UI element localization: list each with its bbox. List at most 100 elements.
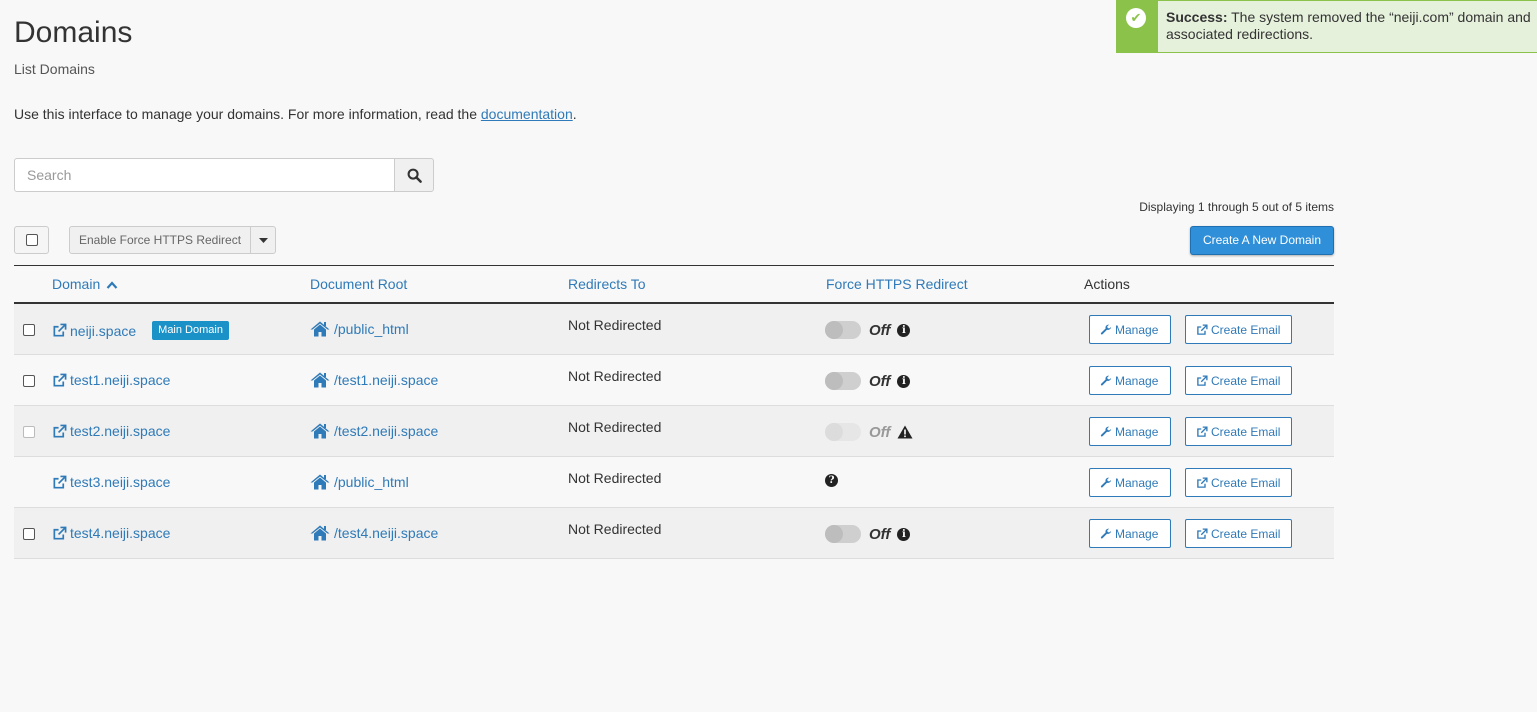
- domain-cell: test3.neiji.space: [52, 474, 170, 490]
- document-root-link[interactable]: /test1.neiji.space: [334, 372, 438, 388]
- document-root-link[interactable]: /test4.neiji.space: [334, 525, 438, 541]
- wrench-icon: [1100, 324, 1111, 334]
- sort-document-root-header[interactable]: Document Root: [310, 276, 407, 292]
- wrench-icon: [1100, 528, 1111, 538]
- create-email-button[interactable]: Create Email: [1185, 366, 1292, 395]
- checkbox-box: [23, 375, 35, 387]
- select-all-checkbox[interactable]: [14, 226, 49, 254]
- table-body: neiji.space Main Domain/public_html Not Re…: [14, 304, 1334, 559]
- force-https-cell: Off i: [825, 372, 911, 390]
- document-root-link[interactable]: /test2.neiji.space: [334, 423, 438, 439]
- actions-cell: Manage Create Email: [1089, 366, 1292, 395]
- create-email-button[interactable]: Create Email: [1185, 468, 1292, 497]
- main-domain-badge: Main Domain: [152, 321, 229, 340]
- table-row: test3.neiji.space/public_html Not Redirec…: [14, 457, 1334, 508]
- search-button[interactable]: [394, 158, 434, 192]
- create-email-label: Create Email: [1211, 424, 1281, 439]
- alert-label: Success:: [1166, 9, 1228, 25]
- external-link-icon: [1197, 425, 1208, 437]
- document-root-cell: /public_html: [310, 321, 409, 337]
- checkbox-box: [23, 426, 35, 438]
- page-title: Domains: [14, 16, 133, 49]
- actions-cell: Manage Create Email: [1089, 417, 1292, 446]
- domain-link[interactable]: test3.neiji.space: [70, 474, 170, 490]
- actions-cell: Manage Create Email: [1089, 468, 1292, 497]
- force-https-toggle[interactable]: [825, 321, 861, 339]
- sort-force-https-header[interactable]: Force HTTPS Redirect: [826, 276, 968, 292]
- manage-label: Manage: [1115, 424, 1159, 439]
- force-https-cell: Off i: [825, 321, 911, 339]
- toggle-knob: [825, 372, 843, 390]
- wrench-icon: [1100, 477, 1111, 487]
- row-checkbox[interactable]: [23, 323, 35, 339]
- table-row: test4.neiji.space/test4.neiji.space Not R…: [14, 508, 1334, 559]
- document-root-cell: /public_html: [310, 474, 409, 490]
- force-https-status: Off: [869, 321, 891, 339]
- documentation-link[interactable]: documentation: [481, 106, 573, 122]
- document-root-link[interactable]: /public_html: [334, 474, 409, 490]
- bulk-action-dropdown[interactable]: [250, 226, 276, 254]
- manage-button[interactable]: Manage: [1089, 315, 1171, 344]
- bulk-action-button[interactable]: Enable Force HTTPS Redirect: [69, 226, 251, 254]
- domain-cell: test2.neiji.space: [52, 423, 170, 439]
- manage-button[interactable]: Manage: [1089, 519, 1171, 548]
- create-new-domain-button[interactable]: Create A New Domain: [1190, 226, 1334, 255]
- manage-label: Manage: [1115, 373, 1159, 388]
- chevron-up-icon: [106, 281, 118, 289]
- domain-cell: neiji.space Main Domain: [52, 321, 229, 340]
- home-icon: [310, 372, 330, 388]
- manage-button[interactable]: Manage: [1089, 417, 1171, 446]
- force-https-toggle[interactable]: [825, 372, 861, 390]
- domain-link[interactable]: test1.neiji.space: [70, 372, 170, 388]
- external-link-icon: [1197, 323, 1208, 335]
- create-email-button[interactable]: Create Email: [1185, 417, 1292, 446]
- toggle-knob: [825, 321, 843, 339]
- display-count: Displaying 1 through 5 out of 5 items: [1139, 200, 1334, 214]
- info-icon[interactable]: i: [897, 374, 911, 388]
- external-link-icon: [53, 526, 67, 539]
- intro-end: .: [572, 106, 577, 122]
- row-checkbox[interactable]: [23, 527, 35, 543]
- manage-button[interactable]: Manage: [1089, 468, 1171, 497]
- sort-redirects-to-header[interactable]: Redirects To: [568, 276, 646, 292]
- force-https-toggle[interactable]: [825, 525, 861, 543]
- domain-link[interactable]: test2.neiji.space: [70, 423, 170, 439]
- external-link-icon: [53, 373, 67, 386]
- domain-link[interactable]: neiji.space: [70, 323, 136, 339]
- manage-button[interactable]: Manage: [1089, 366, 1171, 395]
- sort-domain-header[interactable]: Domain: [52, 276, 118, 292]
- home-icon: [310, 321, 330, 337]
- alert-text: Success: The system removed the “neiji.c…: [1166, 9, 1537, 43]
- redirects-to-cell: Not Redirected: [568, 317, 662, 333]
- domain-link[interactable]: test4.neiji.space: [70, 525, 170, 541]
- search-input[interactable]: [14, 158, 395, 192]
- home-icon: [310, 525, 330, 541]
- redirects-to-cell: Not Redirected: [568, 368, 662, 384]
- force-https-cell: ?: [825, 474, 838, 487]
- redirects-to-cell: Not Redirected: [568, 470, 662, 486]
- warning-icon[interactable]: [897, 425, 913, 439]
- home-icon: [310, 423, 330, 439]
- checkbox-box: [23, 324, 35, 336]
- create-email-button[interactable]: Create Email: [1185, 315, 1292, 344]
- intro-sentence: Use this interface to manage your domain…: [14, 106, 481, 122]
- checkbox-box: [23, 528, 35, 540]
- info-icon[interactable]: i: [897, 527, 911, 541]
- question-icon[interactable]: ?: [825, 474, 838, 487]
- document-root-link[interactable]: /public_html: [334, 321, 409, 337]
- success-alert: ✔ Success: The system removed the “neiji…: [1116, 0, 1537, 53]
- force-https-status: Off: [869, 525, 891, 543]
- header-domain-label: Domain: [52, 276, 101, 292]
- force-https-cell: Off i: [825, 525, 911, 543]
- wrench-icon: [1100, 426, 1111, 436]
- info-icon[interactable]: i: [897, 323, 911, 337]
- row-checkbox[interactable]: [23, 374, 35, 390]
- create-email-label: Create Email: [1211, 475, 1281, 490]
- force-https-status: Off: [869, 372, 891, 390]
- manage-label: Manage: [1115, 322, 1159, 337]
- create-email-button[interactable]: Create Email: [1185, 519, 1292, 548]
- toggle-knob: [825, 423, 843, 441]
- redirects-to-cell: Not Redirected: [568, 419, 662, 435]
- external-link-icon: [53, 475, 67, 488]
- domains-table: Domain Document Root Redirects To Force …: [14, 265, 1334, 559]
